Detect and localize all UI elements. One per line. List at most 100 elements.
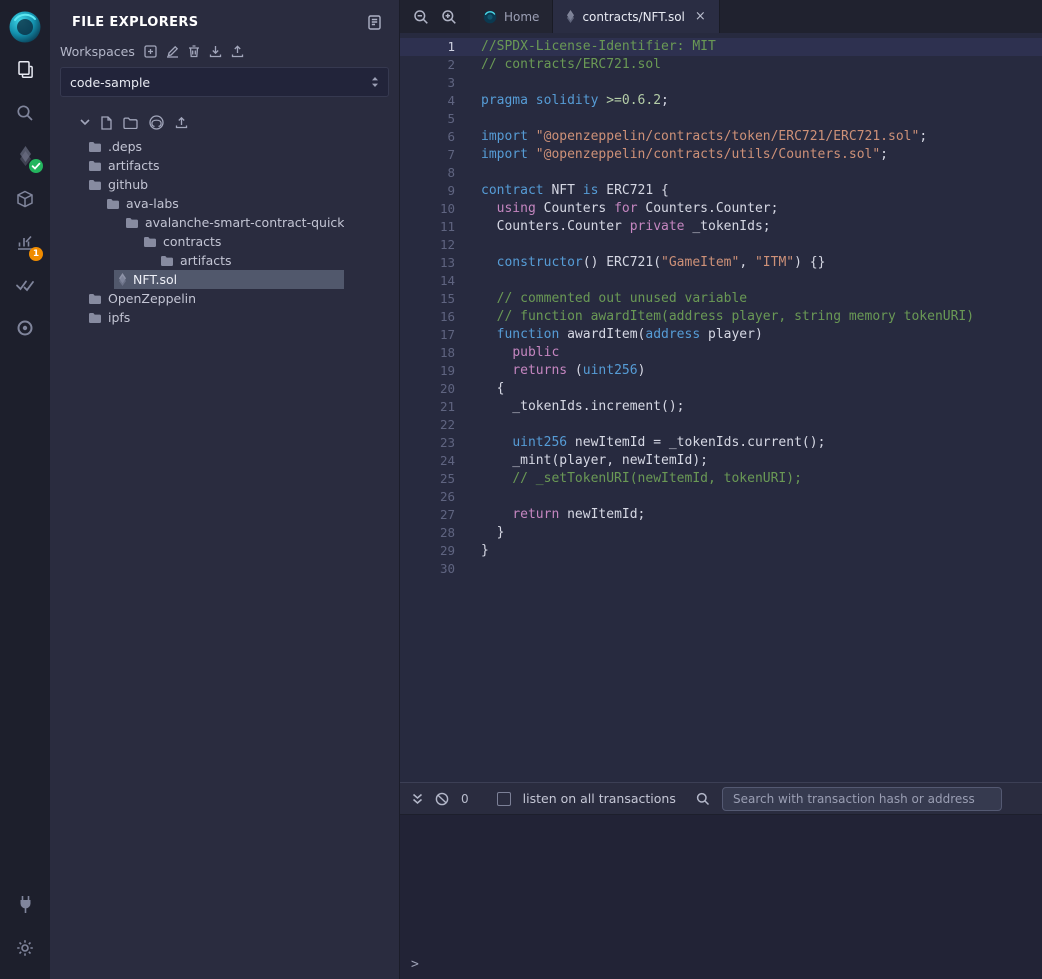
tree-item-contracts[interactable]: contracts <box>50 232 399 251</box>
line-number: 15 <box>400 290 470 308</box>
delete-workspace-icon[interactable] <box>188 45 200 58</box>
publish-to-gist-icon[interactable] <box>175 116 188 129</box>
new-folder-icon[interactable] <box>123 117 138 129</box>
tree-item-openzeppelin[interactable]: OpenZeppelin <box>50 289 399 308</box>
file-explorer-icon[interactable] <box>0 48 50 91</box>
expand-terminal-icon[interactable] <box>412 793 423 805</box>
code-line: _tokenIds.increment(); <box>481 398 1042 416</box>
line-number: 24 <box>400 452 470 470</box>
code-line: contract NFT is ERC721 { <box>481 182 1042 200</box>
folder-icon <box>88 179 102 191</box>
terminal-search-input[interactable] <box>722 787 1002 811</box>
tree-item-label: ava-labs <box>126 196 179 211</box>
code-line: return newItemId; <box>481 506 1042 524</box>
zoom-in-icon[interactable] <box>441 9 457 25</box>
tree-item-label: contracts <box>163 234 221 249</box>
folder-icon <box>106 198 120 210</box>
solidity-file-icon <box>118 273 127 286</box>
tree-item-label: artifacts <box>180 253 232 268</box>
tree-item--deps[interactable]: .deps <box>50 137 399 156</box>
tab-home[interactable]: Home <box>470 0 553 33</box>
tree-item-artifacts[interactable]: artifacts <box>50 156 399 175</box>
code-line: using Counters for Counters.Counter; <box>481 200 1042 218</box>
search-icon[interactable] <box>0 91 50 134</box>
terminal-search-icon <box>696 792 710 806</box>
close-tab-icon[interactable]: × <box>695 9 706 24</box>
code-line: import "@openzeppelin/contracts/utils/Co… <box>481 146 1042 164</box>
code-line: uint256 newItemId = _tokenIds.current(); <box>481 434 1042 452</box>
workspace-selected-value: code-sample <box>70 75 150 90</box>
compiler-success-badge <box>29 159 43 173</box>
plugin-manager-icon[interactable] <box>0 883 50 926</box>
tab-home-label: Home <box>504 10 539 24</box>
folder-icon <box>88 141 102 153</box>
tree-item-ipfs[interactable]: ipfs <box>50 308 399 327</box>
code-editor[interactable]: 1234567891011121314151617181920212223242… <box>400 33 1042 782</box>
tree-item-ava-labs[interactable]: ava-labs <box>50 194 399 213</box>
code-line: constructor() ERC721("GameItem", "ITM") … <box>481 254 1042 272</box>
zoom-out-icon[interactable] <box>413 9 429 25</box>
line-number: 3 <box>400 74 470 92</box>
terminal: 0 listen on all transactions > <box>400 782 1042 979</box>
workspace-select[interactable]: code-sample <box>60 67 389 97</box>
tree-item-label: OpenZeppelin <box>108 291 196 306</box>
code-line: import "@openzeppelin/contracts/token/ER… <box>481 128 1042 146</box>
line-number: 30 <box>400 560 470 578</box>
line-number: 27 <box>400 506 470 524</box>
deploy-and-run-icon[interactable] <box>0 177 50 220</box>
line-number: 29 <box>400 542 470 560</box>
code-line: // commented out unused variable <box>481 290 1042 308</box>
line-number: 12 <box>400 236 470 254</box>
workspaces-row: Workspaces <box>50 42 399 65</box>
file-tree: .deps artifacts github ava-labs avalanche-sm… <box>50 137 399 327</box>
create-workspace-icon[interactable] <box>144 45 157 58</box>
listen-transactions-label: listen on all transactions <box>523 791 676 806</box>
code-line: // function awardItem(address player, st… <box>481 308 1042 326</box>
clear-console-icon[interactable] <box>435 792 449 806</box>
code-analysis-icon[interactable]: 1 <box>0 220 50 263</box>
line-number: 19 <box>400 362 470 380</box>
code-line <box>481 164 1042 182</box>
line-number: 7 <box>400 146 470 164</box>
tree-item-avalanche-smart-contract-quickstart[interactable]: avalanche-smart-contract-quickstart <box>50 213 399 232</box>
tab-bar: Home contracts/NFT.sol × <box>400 0 1042 33</box>
remix-logo[interactable] <box>0 6 50 48</box>
settings-gear-icon[interactable] <box>0 926 50 969</box>
editor-code[interactable]: //SPDX-License-Identifier: MIT// contrac… <box>470 33 1042 782</box>
restore-workspaces-icon[interactable] <box>231 45 244 58</box>
code-line <box>481 560 1042 578</box>
line-number: 14 <box>400 272 470 290</box>
tree-item-label: github <box>108 177 148 192</box>
github-clone-icon[interactable] <box>149 115 164 130</box>
line-number: 2 <box>400 56 470 74</box>
code-line: returns (uint256) <box>481 362 1042 380</box>
rename-workspace-icon[interactable] <box>166 45 179 58</box>
tab-nft-sol[interactable]: contracts/NFT.sol × <box>553 0 719 33</box>
tree-item-github[interactable]: github <box>50 175 399 194</box>
analysis-count-badge: 1 <box>29 247 43 261</box>
panel-title: FILE EXPLORERS <box>72 15 199 30</box>
solidity-file-icon <box>566 10 575 23</box>
unit-testing-icon[interactable] <box>0 263 50 306</box>
solidity-compiler-icon[interactable] <box>0 134 50 177</box>
workspaces-label: Workspaces <box>60 44 135 59</box>
new-file-icon[interactable] <box>101 116 112 130</box>
select-caret-icon <box>371 76 379 88</box>
line-number: 1 <box>400 38 470 56</box>
tree-item-nft-sol[interactable]: NFT.sol <box>50 270 399 289</box>
terminal-output[interactable]: > <box>400 815 1042 979</box>
code-line: Counters.Counter private _tokenIds; <box>481 218 1042 236</box>
plugin-circle-icon[interactable] <box>0 306 50 349</box>
changelog-book-icon[interactable] <box>368 15 381 30</box>
line-number: 5 <box>400 110 470 128</box>
tree-item-label: .deps <box>108 139 142 154</box>
zoom-controls <box>400 0 470 33</box>
collapse-tree-icon[interactable] <box>80 119 90 126</box>
tree-item-label: NFT.sol <box>133 272 177 287</box>
tree-item-artifacts[interactable]: artifacts <box>50 251 399 270</box>
code-line: { <box>481 380 1042 398</box>
listen-transactions-checkbox[interactable] <box>497 792 511 806</box>
code-line: } <box>481 542 1042 560</box>
download-workspaces-icon[interactable] <box>209 45 222 58</box>
line-number: 28 <box>400 524 470 542</box>
